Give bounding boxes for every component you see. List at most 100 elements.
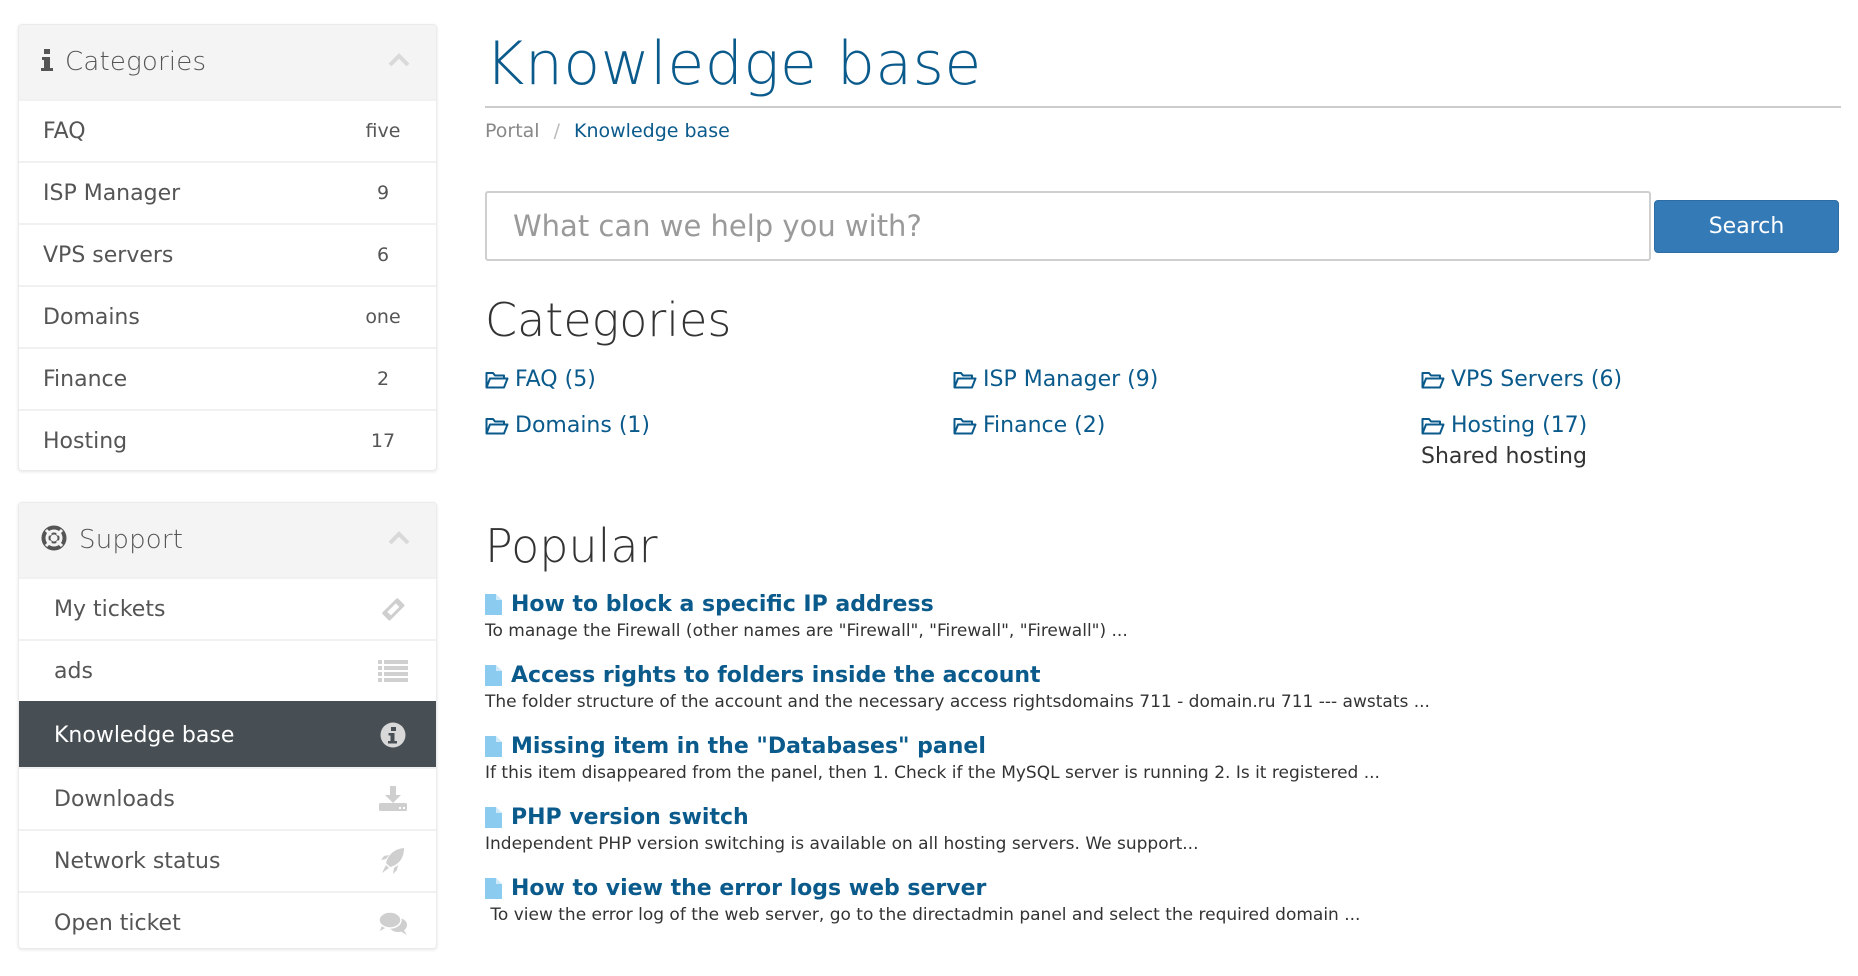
folder-open-icon	[485, 417, 509, 434]
article-excerpt: To view the error log of the web server,…	[485, 905, 1361, 925]
article-title: Missing item in the "Databases" panel	[511, 733, 986, 759]
category-link-label: Domains (1)	[515, 413, 650, 438]
article-excerpt: If this item disappeared from the panel,…	[485, 763, 1380, 783]
sidebar-category-domains[interactable]: Domains one	[19, 285, 436, 347]
category-link-hosting[interactable]: Hosting (17)	[1421, 413, 1587, 438]
breadcrumb: Portal / Knowledge base	[485, 120, 730, 142]
article-excerpt: To manage the Firewall (other names are …	[485, 621, 1128, 641]
sidebar-category-vps-servers[interactable]: VPS servers 6	[19, 223, 436, 285]
article-excerpt: The folder structure of the account and …	[485, 692, 1430, 712]
info-icon	[41, 49, 53, 75]
folder-open-icon	[1421, 371, 1445, 388]
page-title: Knowledge base	[485, 29, 982, 99]
categories-panel-title: Categories	[65, 47, 207, 77]
document-icon	[485, 664, 502, 686]
article-title: PHP version switch	[511, 804, 749, 830]
support-panel: Support My tickets ads Knowledge base Do…	[18, 502, 437, 949]
category-count: 6	[376, 244, 390, 266]
category-link-label: ISP Manager (9)	[983, 367, 1159, 392]
support-panel-title: Support	[79, 525, 184, 555]
sidebar-category-finance[interactable]: Finance 2	[19, 347, 436, 409]
sidebar-item-network-status[interactable]: Network status	[19, 829, 436, 891]
rocket-icon	[378, 846, 408, 876]
category-link-isp-manager[interactable]: ISP Manager (9)	[953, 367, 1158, 392]
nav-label: ads	[54, 658, 93, 684]
nav-label: Open ticket	[54, 910, 181, 936]
title-divider	[485, 106, 1841, 108]
document-icon	[485, 593, 502, 615]
category-label: Domains	[43, 304, 140, 330]
breadcrumb-portal[interactable]: Portal	[485, 120, 540, 142]
breadcrumb-current: Knowledge base	[574, 120, 730, 142]
popular-article: Missing item in the "Databases" panel If…	[485, 731, 1380, 785]
category-label: Finance	[43, 366, 128, 392]
article-title: Access rights to folders inside the acco…	[511, 662, 1041, 688]
article-link[interactable]: Access rights to folders inside the acco…	[485, 660, 1430, 690]
category-label: Hosting	[43, 428, 128, 454]
folder-open-icon	[1421, 417, 1445, 434]
life-ring-icon	[41, 525, 67, 555]
document-icon	[485, 877, 502, 899]
ticket-icon	[378, 594, 408, 624]
category-count: 9	[376, 182, 390, 204]
article-title: How to block a specific IP address	[511, 591, 934, 617]
categories-heading: Categories	[485, 293, 732, 347]
popular-article: PHP version switch Independent PHP versi…	[485, 802, 1198, 856]
category-count: one	[365, 306, 401, 328]
category-label: ISP Manager	[43, 180, 181, 206]
category-link-vps-servers[interactable]: VPS Servers (6)	[1421, 367, 1622, 392]
chevron-up-icon[interactable]	[388, 531, 410, 545]
popular-article: How to view the error logs web server To…	[485, 873, 1360, 927]
category-link-label: Finance (2)	[983, 413, 1106, 438]
sidebar-category-hosting[interactable]: Hosting 17	[19, 409, 436, 470]
sidebar-item-knowledge-base[interactable]: Knowledge base	[19, 701, 436, 767]
article-excerpt: Independent PHP version switching is ava…	[485, 834, 1199, 854]
category-link-finance[interactable]: Finance (2)	[953, 413, 1105, 438]
download-icon	[378, 784, 408, 814]
article-title: How to view the error logs web server	[511, 875, 987, 901]
folder-open-icon	[953, 371, 977, 388]
sidebar-item-open-ticket[interactable]: Open ticket	[19, 891, 436, 948]
article-link[interactable]: Missing item in the "Databases" panel	[485, 731, 1380, 761]
support-panel-header[interactable]: Support	[19, 503, 436, 577]
category-count: 2	[376, 368, 390, 390]
categories-panel-header[interactable]: Categories	[19, 25, 436, 99]
category-count: five	[365, 120, 401, 142]
category-count: 17	[370, 430, 396, 452]
category-label: VPS servers	[43, 242, 174, 268]
sidebar-item-my-tickets[interactable]: My tickets	[19, 577, 436, 639]
article-link[interactable]: How to block a specific IP address	[485, 589, 1128, 619]
popular-heading: Popular	[485, 519, 658, 573]
category-description: Shared hosting	[1421, 444, 1587, 469]
article-link[interactable]: PHP version switch	[485, 802, 1198, 832]
folder-open-icon	[953, 417, 977, 434]
search-input[interactable]	[485, 191, 1651, 261]
category-link-label: VPS Servers (6)	[1451, 367, 1623, 392]
folder-open-icon	[485, 371, 509, 388]
categories-panel: Categories FAQ five ISP Manager 9 VPS se…	[18, 24, 437, 471]
sidebar-category-faq[interactable]: FAQ five	[19, 99, 436, 161]
category-label: FAQ	[43, 118, 86, 144]
sidebar-item-downloads[interactable]: Downloads	[19, 767, 436, 829]
nav-label: Knowledge base	[54, 722, 235, 748]
document-icon	[485, 735, 502, 757]
sidebar-category-isp-manager[interactable]: ISP Manager 9	[19, 161, 436, 223]
category-link-domains[interactable]: Domains (1)	[485, 413, 650, 438]
search-button[interactable]: Search	[1654, 200, 1839, 253]
popular-article: Access rights to folders inside the acco…	[485, 660, 1430, 714]
info-circle-icon	[378, 720, 408, 750]
nav-label: My tickets	[54, 596, 166, 622]
chevron-up-icon[interactable]	[388, 53, 410, 67]
document-icon	[485, 806, 502, 828]
nav-label: Network status	[54, 848, 221, 874]
article-link[interactable]: How to view the error logs web server	[485, 873, 1360, 903]
sidebar-item-ads[interactable]: ads	[19, 639, 436, 701]
popular-article: How to block a specific IP address To ma…	[485, 589, 1128, 643]
comments-icon	[378, 908, 408, 938]
list-icon	[378, 656, 408, 686]
nav-label: Downloads	[54, 786, 175, 812]
category-link-faq[interactable]: FAQ (5)	[485, 367, 596, 392]
category-link-label: Hosting (17)	[1451, 413, 1588, 438]
breadcrumb-separator: /	[553, 120, 560, 142]
category-link-label: FAQ (5)	[515, 367, 596, 392]
